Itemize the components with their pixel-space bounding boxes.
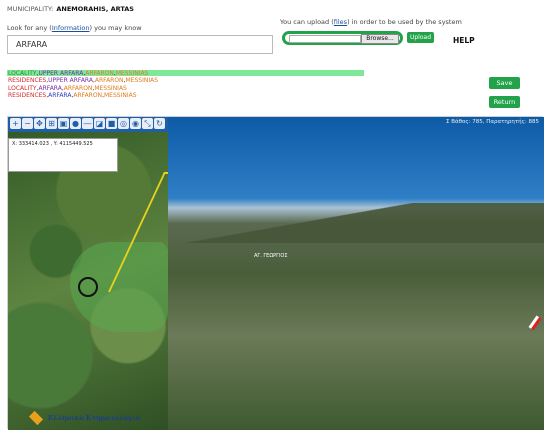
files-link[interactable]: files (334, 18, 347, 26)
map-3d-view[interactable]: Σ Βάθος: 785, Παρατηρητής: 885 ΑΓ. ΓΕΩΡΓ… (168, 117, 544, 430)
upload-prompt: You can upload (files) in order to be us… (280, 18, 462, 26)
view-status: Σ Βάθος: 785, Παρατηρητής: 885 (446, 119, 539, 125)
refresh-icon[interactable]: ↻ (154, 118, 165, 129)
location-row[interactable]: RESIDENCES,UPPER ARFARA,ARFARON,MESSINIA… (8, 77, 158, 84)
location-results: LOCALITY,UPPER ARFARA,ARFARON,MESSINIAS … (8, 70, 158, 99)
search-prompt: Look for any (Information) you may know (7, 24, 142, 32)
save-button[interactable]: Save (489, 77, 520, 89)
compass-icon[interactable] (528, 315, 542, 331)
municipality-label: MUNICIPALITY: (7, 5, 54, 13)
zoom-extent-icon[interactable]: ⊞ (46, 118, 57, 129)
zoom-in-icon[interactable]: + (10, 118, 21, 129)
location-row[interactable]: LOCALITY,ARFARA,ARFARON,MESSINIAS (8, 85, 158, 92)
cadastre-logo: Ελληνικό Κτηματολόγιο (28, 410, 160, 426)
location-marker-icon[interactable] (78, 277, 98, 297)
user-icon[interactable]: ● (70, 118, 81, 129)
return-button[interactable]: Return (489, 96, 520, 108)
measure-line-icon[interactable]: ― (82, 118, 93, 129)
help-link[interactable]: HELP (453, 36, 475, 45)
search-input[interactable]: ARFARA (7, 35, 273, 54)
information-link[interactable]: Information (52, 24, 90, 32)
map-2d-view[interactable]: X: 333414.023 , Y: 4115449.525 Ελληνικό … (8, 132, 168, 430)
file-upload-control: Browse... (282, 31, 403, 45)
terrain-ridge (168, 203, 544, 243)
target-icon[interactable]: ◎ (118, 118, 129, 129)
map-viewer: + − ✥ ⊞ ▣ ● ― ◪ ■ ◎ ◉ ⤡ ↻ 2D ⌖ X: 333414… (7, 116, 544, 430)
measure-area-icon[interactable]: ◪ (94, 118, 105, 129)
zoom-out-icon[interactable]: − (22, 118, 33, 129)
select-icon[interactable]: ▣ (58, 118, 69, 129)
location-row[interactable]: LOCALITY,UPPER ARFARA,ARFARON,MESSINIAS (8, 70, 158, 77)
municipality-value: ANEMORAHIS, ARTAS (56, 5, 134, 13)
file-path-field[interactable] (289, 35, 361, 43)
location-row[interactable]: RESIDENCES,ARFARA,ARFARON,MESSINIAS (8, 92, 158, 99)
coordinates-readout: X: 333414.023 , Y: 4115449.525 (8, 138, 118, 172)
arrows-icon[interactable]: ⤡ (142, 118, 153, 129)
upload-button[interactable]: Upload (407, 32, 434, 43)
globe-icon[interactable]: ◉ (130, 118, 141, 129)
place-label: ΑΓ. ΓΕΩΡΓΙΟΣ (254, 253, 288, 259)
pan-icon[interactable]: ✥ (34, 118, 45, 129)
layer-icon[interactable]: ■ (106, 118, 117, 129)
municipality-line: MUNICIPALITY: ANEMORAHIS, ARTAS (7, 5, 134, 13)
cadastre-logo-icon (28, 410, 44, 426)
browse-button[interactable]: Browse... (361, 34, 399, 44)
